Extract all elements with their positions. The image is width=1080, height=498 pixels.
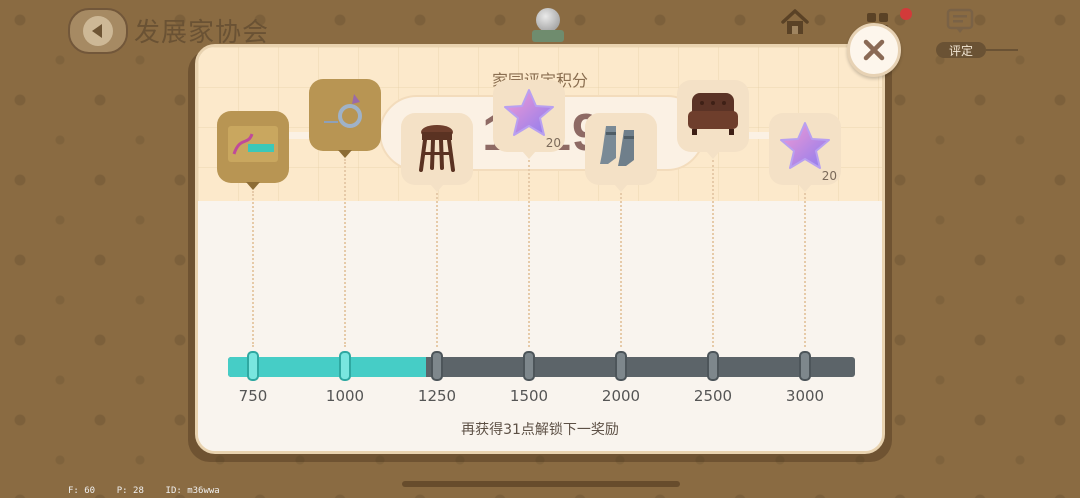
reward-count: 20 bbox=[821, 169, 837, 183]
milestone-label: 2500 bbox=[693, 387, 733, 405]
lamp-knob-icon bbox=[536, 8, 560, 32]
milestone-label: 1500 bbox=[509, 387, 549, 405]
lamp-base bbox=[532, 30, 564, 42]
reward-card[interactable] bbox=[677, 80, 749, 159]
home-indicator[interactable] bbox=[402, 481, 680, 487]
rating-panel: 家园评定积分 1219 2020 75010001250150020002500… bbox=[195, 44, 885, 454]
next-reward-hint: 再获得31点解锁下一奖励 bbox=[461, 422, 619, 438]
ring-icon bbox=[316, 84, 374, 146]
milestone-label: 750 bbox=[238, 387, 268, 405]
reward-card[interactable] bbox=[217, 111, 289, 190]
reward-card[interactable] bbox=[401, 113, 473, 192]
milestone-label: 1000 bbox=[325, 387, 365, 405]
reward-pointer bbox=[338, 150, 352, 158]
back-arrow-icon bbox=[83, 16, 113, 46]
reward-connector bbox=[712, 160, 714, 347]
reward-pointer bbox=[522, 151, 536, 159]
milestone-tick bbox=[339, 351, 351, 381]
reward-pointer bbox=[430, 184, 444, 192]
close-button[interactable] bbox=[847, 23, 901, 77]
milestone-label: 2000 bbox=[601, 387, 641, 405]
milestone-tick bbox=[615, 351, 627, 381]
reward-pointer bbox=[706, 151, 720, 159]
rating-icon[interactable] bbox=[946, 8, 974, 34]
reward-pointer bbox=[798, 184, 812, 192]
reward-connector bbox=[804, 193, 806, 347]
notification-dot bbox=[900, 8, 912, 20]
milestone-tick bbox=[431, 351, 443, 381]
milestone-tick bbox=[523, 351, 535, 381]
reward-card[interactable]: 20 bbox=[769, 113, 841, 192]
reward-track: 20 20 750 1000 1250 1500 2000 2500 3000 再获得31点解… bbox=[198, 79, 882, 451]
milestone-tick bbox=[247, 351, 259, 381]
boots-icon bbox=[592, 118, 650, 180]
reward-pointer bbox=[614, 184, 628, 192]
debug-info: F: 60 P: 28 ID: m36wwa bbox=[68, 486, 220, 496]
milestone-label: 3000 bbox=[785, 387, 825, 405]
rating-tab-line bbox=[986, 49, 1018, 51]
rating-tab[interactable]: 评定 bbox=[936, 42, 986, 58]
stool-icon bbox=[408, 118, 466, 180]
reward-pointer bbox=[246, 182, 260, 190]
reward-card[interactable]: 20 bbox=[493, 80, 565, 159]
back-button[interactable] bbox=[68, 8, 128, 54]
milestone-label: 1250 bbox=[417, 387, 457, 405]
milestone-tick bbox=[707, 351, 719, 381]
reward-connector bbox=[252, 191, 254, 347]
reward-connector bbox=[620, 193, 622, 347]
poster-icon bbox=[224, 116, 282, 178]
reward-connector bbox=[344, 159, 346, 347]
armchair-icon bbox=[684, 85, 742, 147]
reward-connector bbox=[528, 160, 530, 347]
reward-card[interactable] bbox=[585, 113, 657, 192]
reward-connector bbox=[436, 193, 438, 347]
home-icon[interactable] bbox=[780, 8, 810, 36]
reward-count: 20 bbox=[545, 136, 561, 150]
reward-card[interactable] bbox=[309, 79, 381, 158]
close-icon bbox=[863, 39, 885, 61]
milestone-tick bbox=[799, 351, 811, 381]
progress-bar bbox=[228, 357, 855, 377]
